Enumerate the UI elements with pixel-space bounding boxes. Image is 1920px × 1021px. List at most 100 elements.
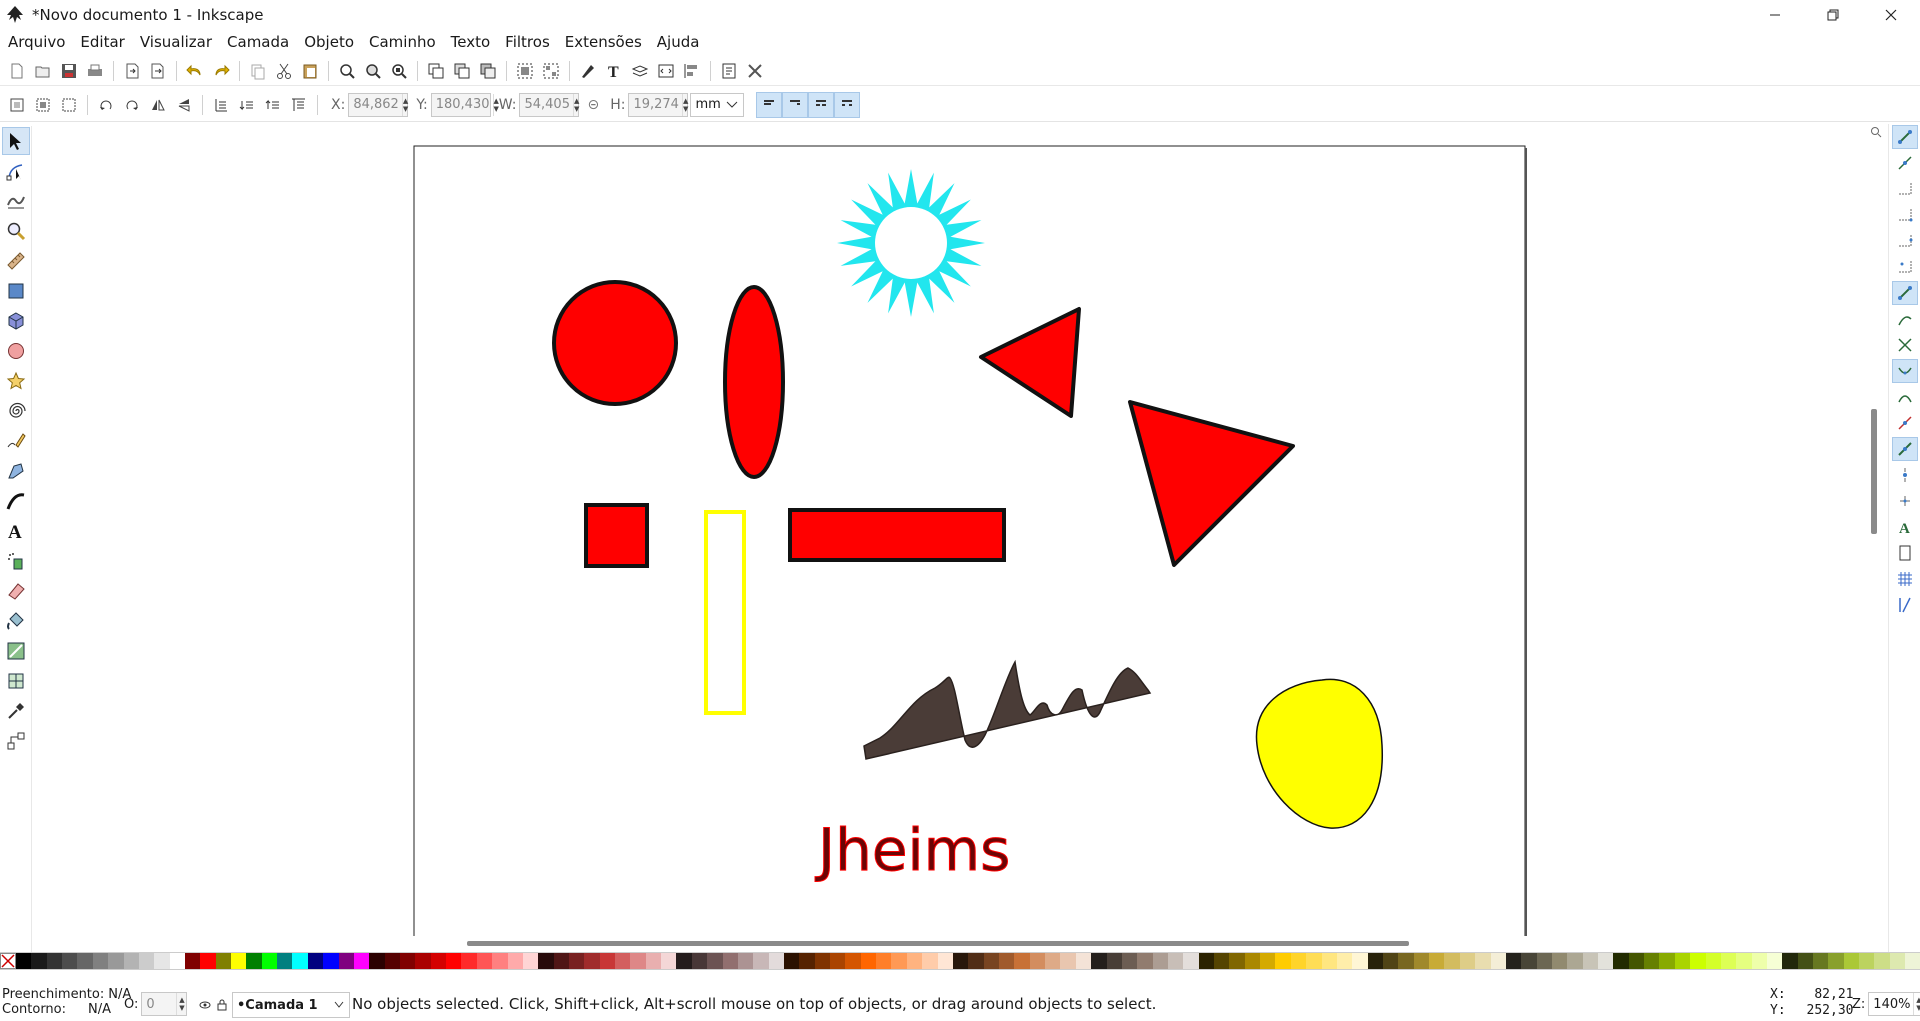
menu-objeto[interactable]: Objeto [296,33,361,51]
color-swatch[interactable] [615,953,631,969]
dropper-tool[interactable] [2,697,30,725]
connector-tool[interactable] [2,727,30,755]
color-swatch[interactable] [338,953,354,969]
color-swatch[interactable] [430,953,447,969]
snap-bbox[interactable] [1892,151,1918,175]
star-tool[interactable] [2,367,30,395]
document-properties-button[interactable] [717,59,741,83]
pen-tool[interactable] [2,457,30,485]
unit-select[interactable]: mm [690,92,744,117]
color-swatch[interactable] [1321,953,1337,969]
color-swatch[interactable] [968,953,984,969]
color-swatch[interactable] [123,953,139,969]
drawing-canvas[interactable]: Jheims [34,124,1866,936]
color-swatch[interactable] [1674,953,1691,969]
color-swatch[interactable] [1382,953,1399,969]
color-swatch[interactable] [246,953,262,969]
color-swatch[interactable] [1214,953,1230,969]
color-swatch[interactable] [661,953,677,969]
fill-stroke-indicator[interactable]: Preenchimento: N/A Contorno: N/A [2,987,131,1017]
zoom-stepper[interactable]: ▲ ▼ [1913,993,1920,1015]
mesh-tool[interactable] [2,667,30,695]
color-swatch[interactable] [737,953,754,969]
gradient-tool[interactable] [2,637,30,665]
color-swatch[interactable] [1014,953,1030,969]
color-swatch[interactable] [1720,953,1737,969]
close-button[interactable] [1862,0,1920,30]
snap-page-border[interactable] [1892,541,1918,565]
color-swatch[interactable] [568,953,585,969]
copy-button[interactable] [246,59,270,83]
color-swatch[interactable] [1567,953,1583,969]
color-swatch[interactable] [876,953,892,969]
color-swatch[interactable] [906,953,923,969]
color-swatch[interactable] [1106,953,1122,969]
ellipse-tool[interactable] [2,337,30,365]
color-swatch[interactable] [753,953,769,969]
layer-lock-icon[interactable] [216,999,228,1011]
color-swatch[interactable] [937,953,953,969]
jheims-text-object[interactable]: Jheims [815,816,1011,885]
snap-grid[interactable] [1892,567,1918,591]
paint-bucket-tool[interactable] [2,607,30,635]
snap-bbox-corner[interactable] [1892,203,1918,227]
fill-stroke-button[interactable] [576,59,600,83]
new-document-button[interactable] [5,59,29,83]
color-swatch[interactable] [1260,953,1276,969]
opacity-stepper[interactable]: ▲ ▼ [176,993,186,1015]
zoom-drawing-button[interactable] [361,59,385,83]
select-all-layers-button[interactable] [31,93,55,117]
vertical-scrollbar[interactable] [1866,124,1886,936]
color-swatch[interactable] [1152,953,1168,969]
color-swatch[interactable] [154,953,170,969]
color-swatch[interactable] [138,953,155,969]
redo-button[interactable] [209,59,233,83]
raise-button[interactable] [261,93,285,117]
y-field[interactable]: 180,430 ▲ ▼ [430,92,499,117]
color-swatch[interactable] [845,953,861,969]
ungroup-button[interactable] [539,59,563,83]
color-swatch[interactable] [799,953,815,969]
rectangle-tool[interactable] [2,277,30,305]
color-swatch[interactable] [62,953,78,969]
snap-others[interactable] [1892,437,1918,461]
menu-ajuda[interactable]: Ajuda [649,33,707,51]
snap-nodes[interactable] [1892,281,1918,305]
selector-tool[interactable] [2,127,30,155]
scale-stroke-toggle[interactable] [755,91,782,118]
snap-guide[interactable] [1892,593,1918,617]
3d-box-tool[interactable] [2,307,30,335]
move-patterns-toggle[interactable] [833,91,860,118]
pencil-tool[interactable] [2,427,30,455]
print-button[interactable] [83,59,107,83]
red-wide-rectangle-shape[interactable] [788,508,1006,562]
no-paint-swatch[interactable] [0,953,16,969]
color-swatch[interactable] [1905,953,1920,969]
group-button[interactable] [513,59,537,83]
color-swatch[interactable] [1490,953,1506,969]
menu-caminho[interactable]: Caminho [361,33,443,51]
text-tool[interactable]: A [2,517,30,545]
color-swatch[interactable] [507,953,523,969]
color-swatch[interactable] [231,953,247,969]
layer-visibility-icon[interactable] [198,999,212,1011]
raise-to-top-button[interactable] [287,93,311,117]
red-square-shape[interactable] [584,503,649,568]
color-swatch[interactable] [292,953,308,969]
color-swatch[interactable] [922,953,938,969]
color-swatch[interactable] [1705,953,1721,969]
minimize-button[interactable] [1746,0,1804,30]
menu-filtros[interactable]: Filtros [497,33,557,51]
flip-horizontal-button[interactable] [146,93,170,117]
spiral-tool[interactable] [2,397,30,425]
color-swatch[interactable] [1352,953,1368,969]
color-swatch[interactable] [1874,953,1890,969]
color-swatch[interactable] [707,953,723,969]
color-swatch[interactable] [1551,953,1568,969]
color-swatch[interactable] [108,953,124,969]
menu-visualizar[interactable]: Visualizar [132,33,219,51]
horizontal-scroll-thumb[interactable] [467,941,1409,946]
flip-vertical-button[interactable] [172,93,196,117]
calligraphy-tool[interactable] [2,487,30,515]
color-swatch[interactable] [1475,953,1491,969]
